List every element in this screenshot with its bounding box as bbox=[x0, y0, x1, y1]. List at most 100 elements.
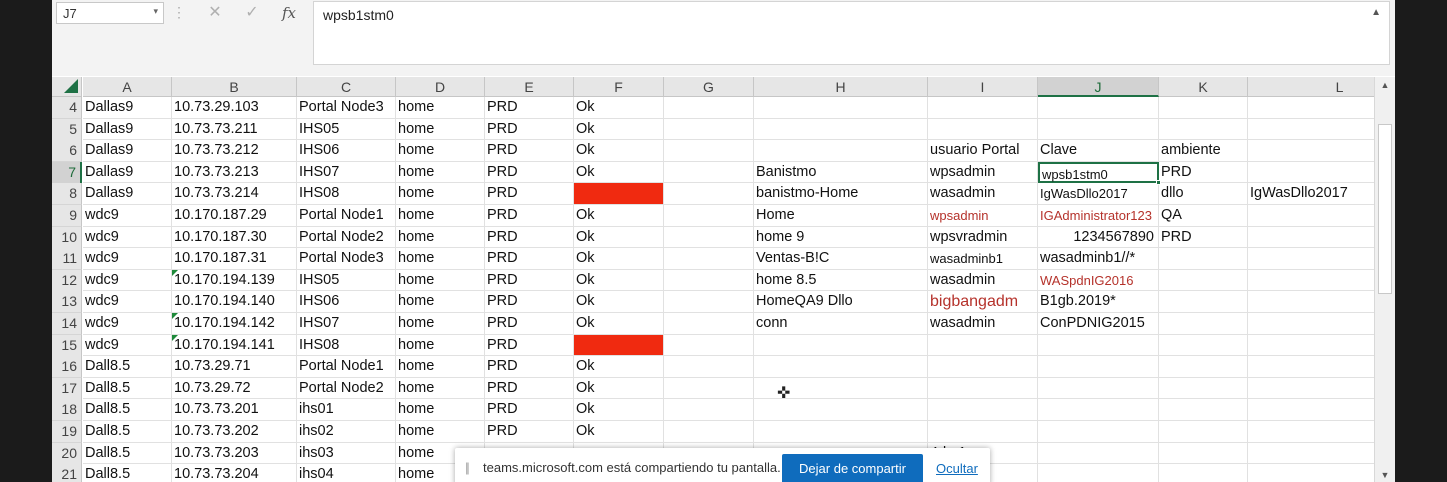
cell-i6[interactable]: usuario Portal bbox=[928, 140, 1038, 162]
stop-sharing-button[interactable]: Dejar de compartir bbox=[782, 454, 923, 482]
cell-k5[interactable] bbox=[1159, 118, 1248, 141]
column-header-k[interactable]: K bbox=[1159, 77, 1248, 97]
cell-l11[interactable] bbox=[1248, 248, 1374, 270]
cell-d6[interactable]: home bbox=[396, 140, 485, 162]
cell-e5[interactable]: PRD bbox=[485, 118, 574, 141]
cell-l18[interactable] bbox=[1248, 399, 1374, 421]
row-header[interactable]: 11 bbox=[52, 248, 82, 271]
cell-h16[interactable] bbox=[754, 356, 928, 378]
cell-f11[interactable]: Ok bbox=[574, 248, 664, 270]
cell-j4[interactable] bbox=[1038, 97, 1159, 119]
cell-i16[interactable] bbox=[928, 356, 1038, 378]
cell-g5[interactable] bbox=[664, 118, 754, 141]
cancel-icon[interactable]: ✕ bbox=[203, 2, 227, 24]
column-header-l[interactable]: L bbox=[1248, 77, 1374, 97]
cell-h12[interactable]: home 8.5 bbox=[754, 269, 928, 292]
cell-c7[interactable]: IHS07 bbox=[297, 161, 396, 184]
hide-link[interactable]: Ocultar bbox=[936, 461, 978, 476]
drag-handle-icon[interactable]: ⋮ bbox=[172, 4, 186, 22]
cell-d9[interactable]: home bbox=[396, 205, 485, 227]
cell-f4[interactable]: Ok bbox=[574, 97, 664, 119]
scrollbar-thumb[interactable] bbox=[1378, 124, 1392, 294]
chevron-down-icon[interactable]: ▾ bbox=[153, 6, 158, 17]
cell-b6[interactable]: 10.73.73.212 bbox=[172, 140, 297, 162]
cell-k19[interactable] bbox=[1159, 421, 1248, 443]
cell-k18[interactable] bbox=[1159, 399, 1248, 421]
cell-a17[interactable]: Dall8.5 bbox=[83, 377, 172, 400]
cell-b8[interactable]: 10.73.73.214 bbox=[172, 183, 297, 205]
cell-d10[interactable]: home bbox=[396, 226, 485, 249]
cell-i19[interactable] bbox=[928, 421, 1038, 443]
cell-a14[interactable]: wdc9 bbox=[83, 313, 172, 335]
cell-b12[interactable]: 10.170.194.139 bbox=[172, 269, 297, 292]
enter-icon[interactable]: ✓ bbox=[240, 2, 264, 24]
cell-f9[interactable]: Ok bbox=[574, 205, 664, 227]
cell-d4[interactable]: home bbox=[396, 97, 485, 119]
cell-h4[interactable] bbox=[754, 97, 928, 119]
cell-b20[interactable]: 10.73.73.203 bbox=[172, 442, 297, 465]
row-header[interactable]: 8 bbox=[52, 183, 82, 206]
cell-a11[interactable]: wdc9 bbox=[83, 248, 172, 270]
cell-j15[interactable] bbox=[1038, 334, 1159, 357]
cell-g10[interactable] bbox=[664, 226, 754, 249]
cell-f18[interactable]: Ok bbox=[574, 399, 664, 421]
cell-e13[interactable]: PRD bbox=[485, 291, 574, 313]
cell-j7[interactable]: wpsb1stm0 bbox=[1038, 161, 1159, 184]
row-header[interactable]: 7 bbox=[52, 161, 82, 184]
cell-f5[interactable]: Ok bbox=[574, 118, 664, 141]
cell-i17[interactable] bbox=[928, 377, 1038, 400]
cell-k8[interactable]: dllo bbox=[1159, 183, 1248, 205]
cell-i15[interactable] bbox=[928, 334, 1038, 357]
cell-g12[interactable] bbox=[664, 269, 754, 292]
cell-i11[interactable]: wasadminb1 bbox=[928, 248, 1038, 270]
cell-d12[interactable]: home bbox=[396, 269, 485, 292]
cell-g11[interactable] bbox=[664, 248, 754, 270]
cell-e8[interactable]: PRD bbox=[485, 183, 574, 205]
cell-d15[interactable]: home bbox=[396, 334, 485, 357]
row-header[interactable]: 5 bbox=[52, 118, 82, 141]
name-box[interactable]: J7 ▾ bbox=[56, 2, 164, 24]
cell-a5[interactable]: Dallas9 bbox=[83, 118, 172, 141]
cell-f10[interactable]: Ok bbox=[574, 226, 664, 249]
cell-i7[interactable]: wpsadmin bbox=[928, 161, 1038, 184]
cell-c17[interactable]: Portal Node2 bbox=[297, 377, 396, 400]
cell-e9[interactable]: PRD bbox=[485, 205, 574, 227]
cell-l20[interactable] bbox=[1248, 443, 1374, 465]
row-header[interactable]: 18 bbox=[52, 399, 82, 422]
cell-j8[interactable]: IgWasDllo2017 bbox=[1038, 183, 1159, 205]
cell-g14[interactable] bbox=[664, 313, 754, 335]
row-header[interactable]: 21 bbox=[52, 464, 82, 482]
cell-a13[interactable]: wdc9 bbox=[83, 291, 172, 313]
row-header[interactable]: 16 bbox=[52, 356, 82, 379]
cell-j11[interactable]: wasadminb1//* bbox=[1038, 248, 1159, 270]
cell-k15[interactable] bbox=[1159, 334, 1248, 357]
cell-e12[interactable]: PRD bbox=[485, 269, 574, 292]
spreadsheet-grid[interactable]: A B C D E F G H I J K L 4 Dallas9 10.73.29.103 Portal N… bbox=[52, 77, 1374, 482]
cell-a10[interactable]: wdc9 bbox=[83, 226, 172, 249]
cell-k10[interactable]: PRD bbox=[1159, 226, 1248, 249]
cell-e7[interactable]: PRD bbox=[485, 161, 574, 184]
cell-e10[interactable]: PRD bbox=[485, 226, 574, 249]
cell-f6[interactable]: Ok bbox=[574, 140, 664, 162]
row-header[interactable]: 20 bbox=[52, 442, 82, 465]
cell-l5[interactable] bbox=[1248, 119, 1374, 141]
cell-c4[interactable]: Portal Node3 bbox=[297, 97, 396, 119]
cell-j21[interactable] bbox=[1038, 464, 1159, 482]
cell-h7[interactable]: Banistmo bbox=[754, 161, 928, 184]
cell-j18[interactable] bbox=[1038, 399, 1159, 421]
cell-g16[interactable] bbox=[664, 356, 754, 378]
cell-b17[interactable]: 10.73.29.72 bbox=[172, 377, 297, 400]
cell-b16[interactable]: 10.73.29.71 bbox=[172, 356, 297, 378]
cell-i18[interactable] bbox=[928, 399, 1038, 421]
cell-f19[interactable]: Ok bbox=[574, 421, 664, 443]
column-header-b[interactable]: B bbox=[172, 77, 297, 97]
cell-l9[interactable] bbox=[1248, 205, 1374, 227]
row-header[interactable]: 9 bbox=[52, 205, 82, 227]
cell-c11[interactable]: Portal Node3 bbox=[297, 248, 396, 270]
cell-j9[interactable]: IGAdministrator123 bbox=[1038, 205, 1159, 227]
row-header[interactable]: 6 bbox=[52, 140, 82, 163]
cell-f14[interactable]: Ok bbox=[574, 313, 664, 335]
cell-k20[interactable] bbox=[1159, 442, 1248, 465]
cell-d13[interactable]: home bbox=[396, 291, 485, 313]
cell-b21[interactable]: 10.73.73.204 bbox=[172, 464, 297, 482]
